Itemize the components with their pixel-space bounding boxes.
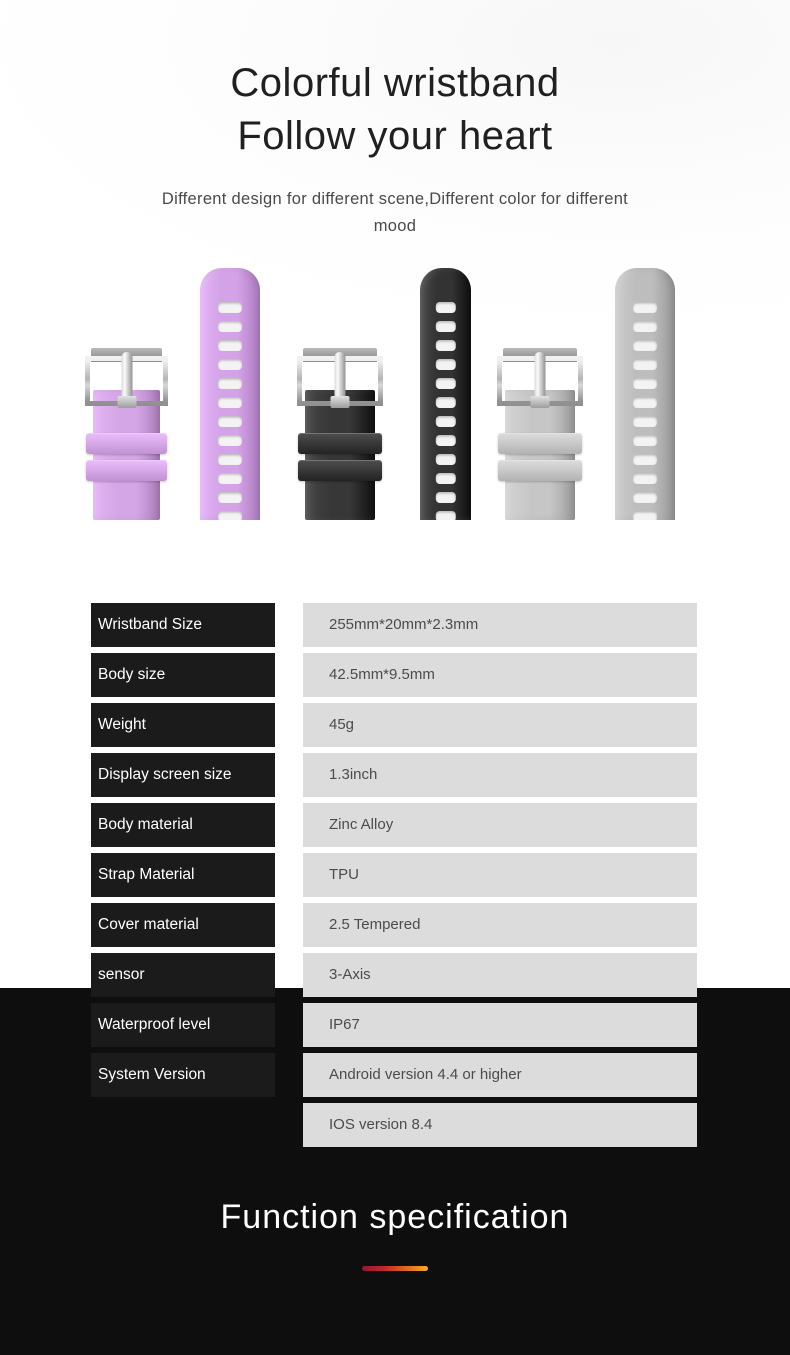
strap-hole (633, 473, 657, 484)
strap-hole (218, 435, 242, 446)
table-row: Strap Material TPU (0, 853, 790, 903)
strap-hole (633, 321, 657, 332)
table-row: Weight 45g (0, 703, 790, 753)
strap-hole (435, 492, 456, 503)
section-heading-function-specification: Function specification (220, 1198, 570, 1236)
spec-value: Android version 4.4 or higher (303, 1053, 697, 1097)
metal-buckle-icon (497, 348, 583, 410)
strap-hole (633, 454, 657, 465)
hero-banner: Colorful wristband Follow your heart Dif… (0, 0, 790, 520)
strap-hole (218, 492, 242, 503)
spec-value: 3-Axis (303, 953, 697, 997)
strap-hole (633, 359, 657, 370)
strap-keeper-loop (86, 460, 167, 481)
gray-buckle-strap (497, 348, 583, 520)
strap-hole (633, 416, 657, 427)
strap-hole (435, 511, 456, 520)
strap-hole (633, 435, 657, 446)
strap-keeper-loop (298, 460, 382, 481)
strap-hole (218, 473, 242, 484)
specification-table: Wristband Size 255mm*20mm*2.3mm Body size 4… (0, 603, 790, 1153)
table-row: Waterproof level IP67 (0, 1003, 790, 1053)
strap-hole (218, 397, 242, 408)
strap-keeper-loop (86, 433, 167, 454)
buckle-prong (117, 352, 136, 408)
spec-label: System Version (91, 1053, 275, 1097)
strap-hole (218, 359, 242, 370)
spec-value: 42.5mm*9.5mm (303, 653, 697, 697)
strap-hole (435, 359, 456, 370)
product-page: Colorful wristband Follow your heart Dif… (0, 0, 790, 1355)
table-row: Cover material 2.5 Tempered (0, 903, 790, 953)
accent-underline (362, 1266, 428, 1271)
strap-keeper-loop (498, 433, 582, 454)
buckle-prong (530, 352, 550, 408)
strap-hole (218, 321, 242, 332)
table-row: Display screen size 1.3inch (0, 753, 790, 803)
spec-label: Strap Material (91, 853, 275, 897)
table-row: sensor 3-Axis (0, 953, 790, 1003)
spec-value: Zinc Alloy (303, 803, 697, 847)
strap-hole (633, 302, 657, 313)
table-row: Body material Zinc Alloy (0, 803, 790, 853)
spec-label: Body size (91, 653, 275, 697)
strap-hole (218, 454, 242, 465)
strap-hole (435, 473, 456, 484)
spec-label: Waterproof level (91, 1003, 275, 1047)
strap-hole (435, 302, 456, 313)
spec-label: Body material (91, 803, 275, 847)
spec-label: Cover material (91, 903, 275, 947)
strap-keeper-loop (498, 460, 582, 481)
spec-value: TPU (303, 853, 697, 897)
table-row: System Version Android version 4.4 or hig… (0, 1053, 790, 1103)
spec-label: sensor (91, 953, 275, 997)
wristband-gallery (0, 0, 790, 520)
strap-hole (435, 321, 456, 332)
metal-buckle-icon (297, 348, 383, 410)
strap-hole (435, 378, 456, 389)
table-row: Wristband Size 255mm*20mm*2.3mm (0, 603, 790, 653)
strap-hole (633, 378, 657, 389)
gray-hole-strap (615, 268, 675, 520)
spec-value: IP67 (303, 1003, 697, 1047)
spec-label: Display screen size (91, 753, 275, 797)
strap-hole (633, 492, 657, 503)
strap-hole (435, 454, 456, 465)
strap-hole (218, 416, 242, 427)
strap-hole (218, 302, 242, 313)
table-row: Body size 42.5mm*9.5mm (0, 653, 790, 703)
purple-hole-strap (200, 268, 260, 520)
black-buckle-strap (297, 348, 383, 520)
strap-hole (633, 511, 657, 520)
strap-hole (218, 378, 242, 389)
strap-hole (218, 340, 242, 351)
strap-hole (633, 397, 657, 408)
strap-hole (218, 511, 242, 520)
metal-buckle-icon (85, 348, 168, 410)
spec-value: 2.5 Tempered (303, 903, 697, 947)
spec-value: IOS version 8.4 (303, 1103, 697, 1147)
strap-keeper-loop (298, 433, 382, 454)
buckle-prong (330, 352, 350, 408)
purple-buckle-strap (85, 348, 168, 520)
spec-value: 1.3inch (303, 753, 697, 797)
strap-hole (435, 435, 456, 446)
strap-hole (435, 416, 456, 427)
strap-hole (435, 397, 456, 408)
strap-hole (633, 340, 657, 351)
table-row: IOS version 8.4 (0, 1103, 790, 1153)
spec-label: Wristband Size (91, 603, 275, 647)
spec-label: Weight (91, 703, 275, 747)
spec-value: 255mm*20mm*2.3mm (303, 603, 697, 647)
black-hole-strap (420, 268, 471, 520)
spec-value: 45g (303, 703, 697, 747)
strap-hole (435, 340, 456, 351)
